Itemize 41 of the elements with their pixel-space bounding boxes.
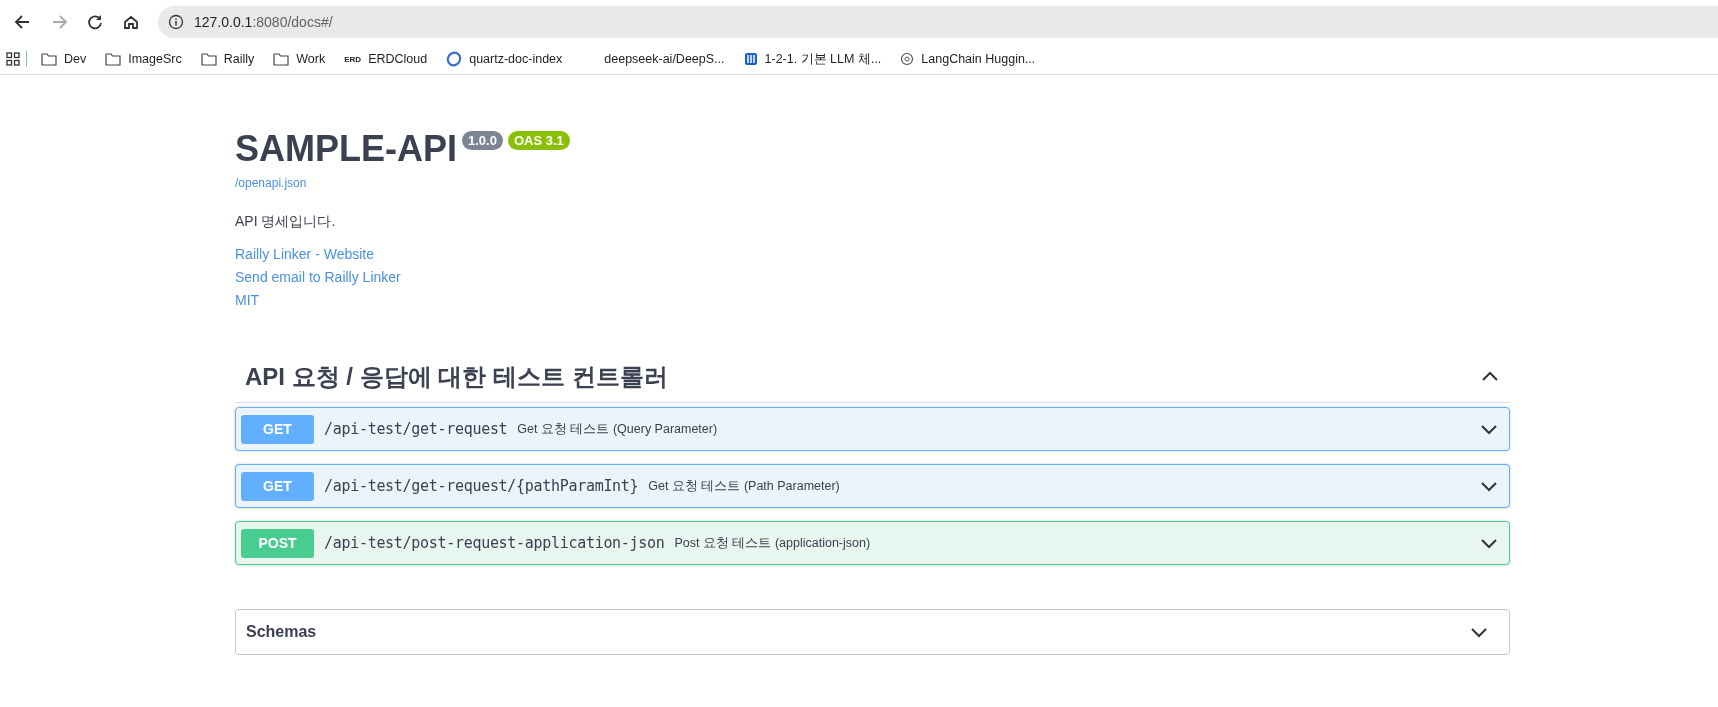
bookmark-link[interactable]: ERDCloud (368, 52, 428, 66)
section-title: API 요청 / 응답에 대한 테스트 컨트롤러 (245, 362, 668, 392)
version-badge: 1.0.0 (462, 131, 503, 150)
method-badge: POST (241, 528, 314, 558)
endpoint-summary: Get 요청 테스트 (Query Parameter) (517, 420, 719, 438)
endpoint-summary: Get 요청 테스트 (Path Parameter) (648, 477, 841, 495)
api-description: API 명세입니다. (235, 213, 337, 231)
ring-icon (446, 51, 463, 67)
url-text: 127.0.0.1:8080/docs#/ (194, 14, 333, 30)
info-icon (168, 14, 184, 30)
oas-badge: OAS 3.1 (507, 131, 570, 150)
bookmark-link[interactable]: Dev (64, 52, 87, 66)
folder-icon (200, 52, 217, 66)
bookmark-link[interactable]: deepseek-ai/DeepS... (604, 52, 725, 66)
bookmark-link[interactable]: quartz-doc-index (469, 52, 563, 66)
book-icon (743, 52, 758, 66)
logo-icon: ERD (344, 54, 362, 64)
endpoint-row[interactable]: POST /api-test/post-request-application-json Post 요청 테스트 (application-json) (235, 521, 1510, 565)
section-header[interactable]: API 요청 / 응답에 대한 테스트 컨트롤러 (235, 352, 1510, 403)
endpoint-summary: Post 요청 테스트 (application-json) (674, 534, 872, 552)
schemas-header[interactable]: Schemas (235, 609, 1510, 655)
folder-icon (273, 52, 290, 66)
bookmark-link[interactable]: LangChain Huggin... (921, 52, 1036, 66)
folder-icon (41, 52, 57, 66)
endpoint-row[interactable]: GET /api-test/get-request/{pathParamInt} Get 요청 테스트 (Path Parameter) (235, 464, 1510, 508)
endpoint-row[interactable]: GET /api-test/get-request Get 요청 테스트 (Query Parameter) (235, 407, 1510, 451)
apps-icon[interactable] (6, 52, 20, 66)
endpoint-path: /api-test/post-request-application-json (324, 534, 665, 552)
folder-icon (105, 52, 122, 66)
api-title: SAMPLE-API (235, 127, 457, 171)
method-badge: GET (241, 414, 314, 444)
method-badge: GET (241, 471, 314, 501)
endpoint-path: /api-test/get-request (324, 420, 508, 438)
bookmark-link[interactable]: Railly (223, 52, 255, 66)
flower-icon (900, 52, 915, 66)
schemas-title: Schemas (246, 623, 317, 641)
bookmark-link[interactable]: Work (296, 52, 326, 66)
bookmark-link[interactable]: ImageSrc (128, 52, 182, 66)
bookmark-link[interactable]: 1-2-1. 기본 LLM 체... (764, 50, 882, 68)
address-bar[interactable]: 127.0.0.1:8080/docs#/ (158, 6, 1718, 38)
endpoint-path: /api-test/get-request/{pathParamInt} (324, 477, 639, 495)
